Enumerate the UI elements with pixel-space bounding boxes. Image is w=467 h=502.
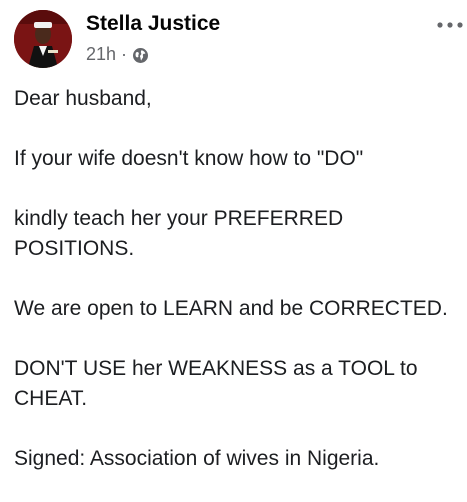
globe-icon[interactable]	[132, 46, 149, 63]
post-paragraph-signature: Signed: Association of wives in Nigeria.	[14, 447, 380, 470]
more-dots-icon	[437, 22, 463, 28]
more-options-button[interactable]	[430, 14, 467, 36]
avatar[interactable]	[14, 10, 72, 68]
post-paragraph-1: If your wife doesn't know how to "DO"	[14, 147, 364, 170]
facebook-post: Stella Justice 21h · Dear husband, If yo…	[0, 0, 467, 502]
meta-separator: ·	[121, 44, 128, 64]
post-text: Dear husband, If your wife doesn't know …	[14, 84, 459, 474]
avatar-image	[14, 10, 72, 68]
post-header: Stella Justice 21h ·	[14, 10, 463, 68]
post-paragraph-greeting: Dear husband,	[14, 87, 152, 110]
post-paragraph-3: We are open to LEARN and be CORRECTED.	[14, 297, 448, 320]
post-paragraph-2: kindly teach her your PREFERRED POSITION…	[14, 207, 344, 260]
author-name[interactable]: Stella Justice	[86, 11, 220, 37]
post-meta: 21h ·	[86, 42, 149, 66]
post-timestamp[interactable]: 21h	[86, 42, 116, 66]
post-paragraph-4: DON'T USE her WEAKNESS as a TOOL to CHEA…	[14, 357, 418, 410]
